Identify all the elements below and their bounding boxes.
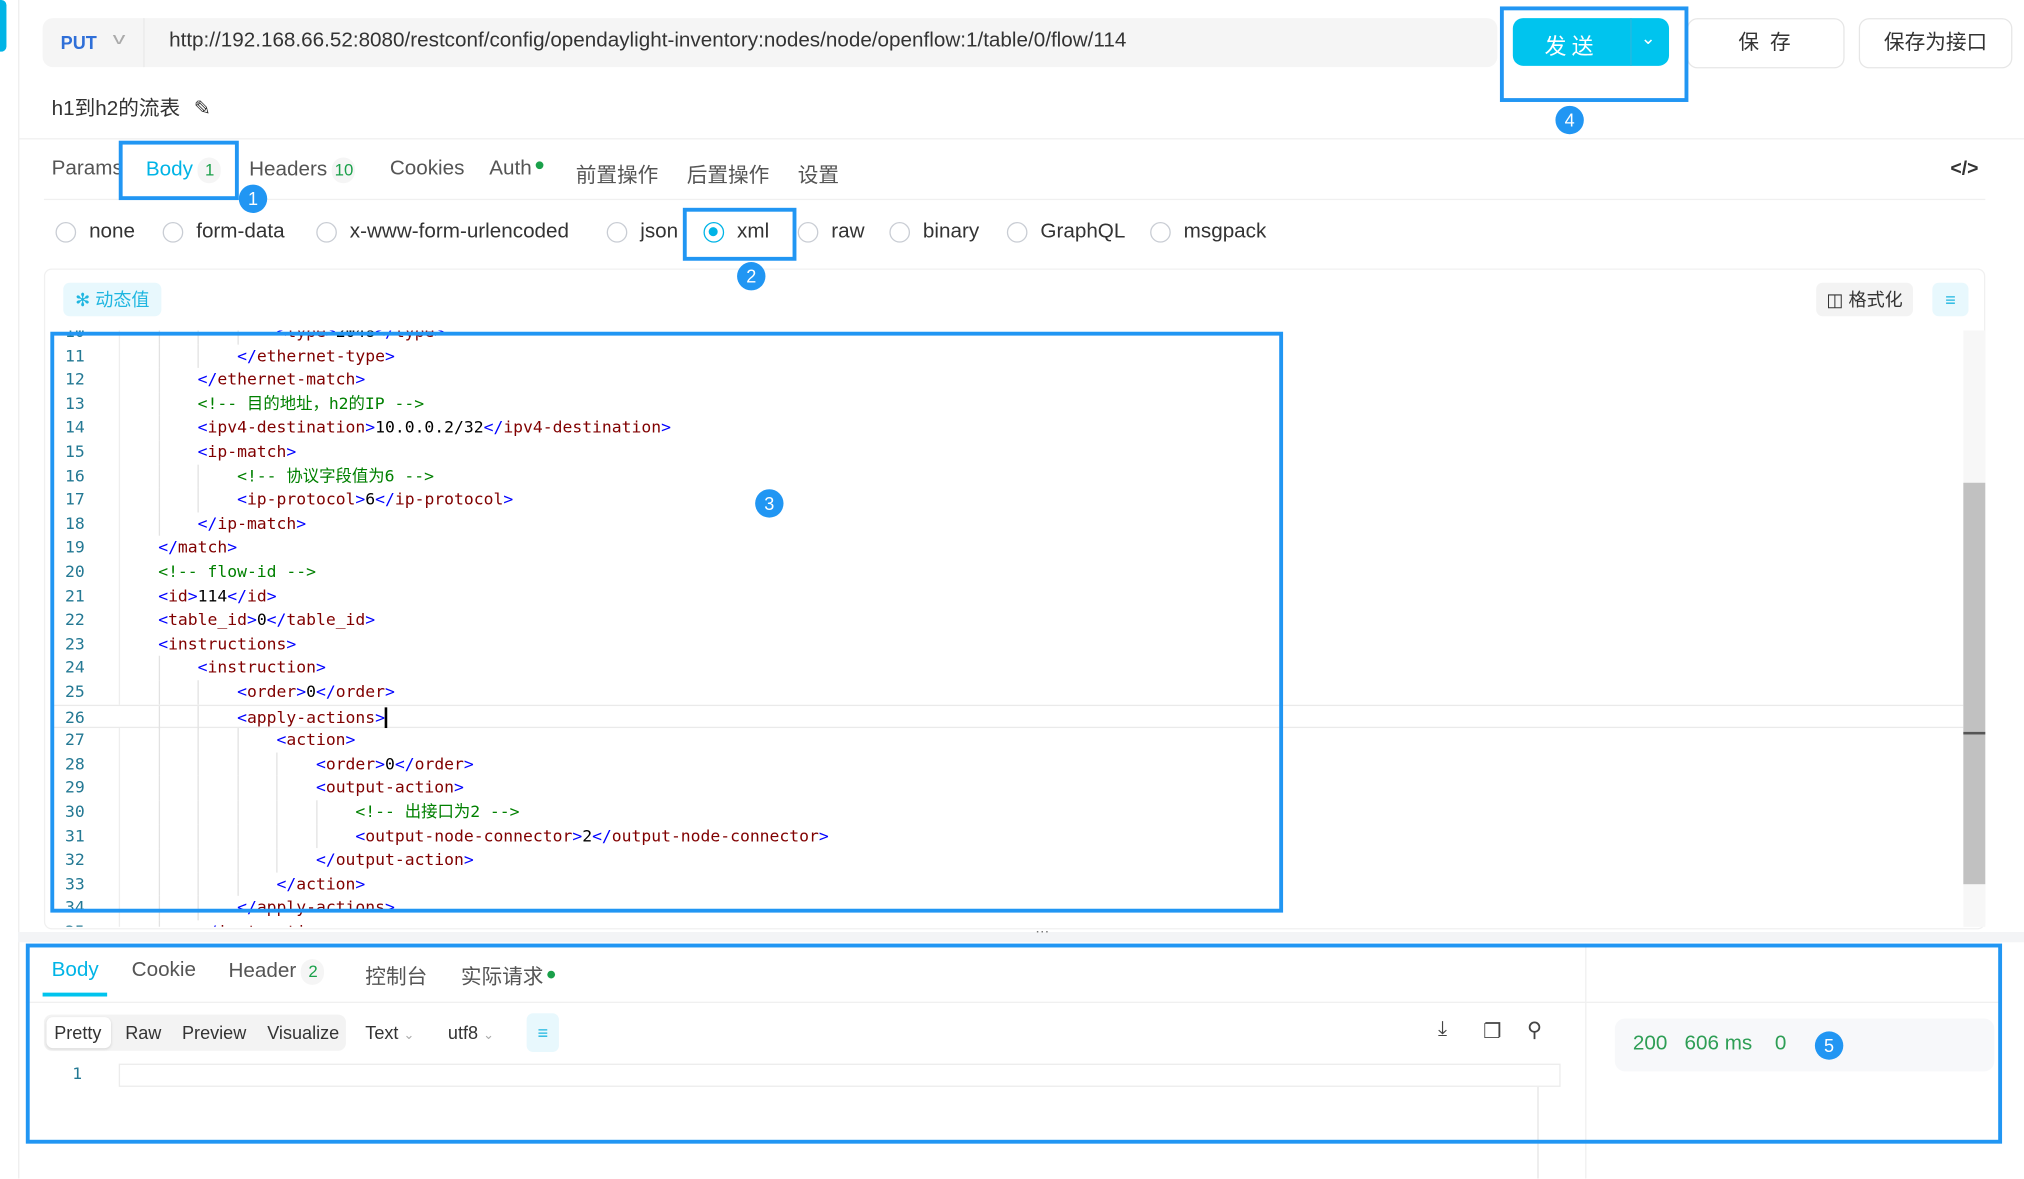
tab-auth[interactable]: Auth [489, 157, 544, 180]
divider [43, 198, 1986, 201]
text-content [119, 922, 198, 927]
annotation-box-1 [118, 140, 239, 201]
radio-label: none [89, 220, 136, 243]
line-number: 35 [52, 920, 98, 927]
tab-count-badge: 10 [332, 157, 356, 184]
save-as-api-button[interactable]: 保存为接口 [1858, 18, 2013, 69]
tab-post-processors[interactable]: 后置操作 [687, 157, 770, 188]
annotation-box-5 [25, 943, 2003, 1144]
annotation-box-2 [682, 207, 797, 261]
tag-name: instruction [217, 922, 325, 927]
editor-scrollbar[interactable] [1963, 330, 1986, 927]
save-button[interactable]: 保 存 [1687, 18, 1845, 69]
divider [18, 138, 2024, 140]
panel-resize-handle[interactable]: ⋯ [18, 924, 2024, 943]
body-type-radio-graphql[interactable]: GraphQL [1006, 220, 1126, 244]
annotation-badge-2: 2 [737, 262, 766, 291]
tag-bracket: > [326, 922, 336, 927]
magic-wand-icon: ✻ [75, 289, 91, 310]
body-type-radio-x-www-form-urlencoded[interactable]: x-www-form-urlencoded [316, 221, 569, 244]
dynamic-value-label: 动态值 [95, 289, 150, 310]
format-label: 格式化 [1848, 289, 1903, 310]
url-bar: PUT v http://192.168.66.52:8080/restconf… [42, 18, 1498, 68]
radio-label: binary [922, 220, 980, 243]
radio-circle[interactable] [162, 222, 184, 243]
tab-headers[interactable]: Headers 10 [249, 157, 356, 184]
body-type-radio-json[interactable]: json [606, 220, 679, 244]
tab-label: Auth [489, 157, 532, 180]
word-wrap-button[interactable]: ≡ [1932, 282, 1969, 317]
annotation-badge-1: 1 [238, 184, 268, 213]
divider [143, 18, 145, 68]
radio-circle[interactable] [889, 222, 911, 243]
tab-params[interactable]: Params [52, 157, 123, 180]
request-name-text: h1到h2的流表 [51, 98, 181, 121]
tab-settings[interactable]: 设置 [798, 157, 839, 188]
radio-circle[interactable] [55, 222, 77, 243]
body-type-radio-none[interactable]: none [55, 220, 136, 244]
tab-label: Headers [249, 158, 328, 181]
scrollbar-thumb[interactable] [1963, 482, 1986, 885]
tab-pre-processors[interactable]: 前置操作 [576, 157, 659, 188]
code-text: </instruction> [119, 920, 336, 927]
annotation-box-3 [50, 331, 1284, 913]
radio-circle[interactable] [1006, 222, 1028, 243]
grip-icon[interactable]: ⋯ [1035, 923, 1049, 939]
dynamic-value-button[interactable]: ✻ 动态值 [63, 282, 162, 317]
method-select[interactable]: PUT [61, 32, 97, 53]
body-type-radio-binary[interactable]: binary [889, 221, 979, 244]
tag-bracket: </ [198, 922, 218, 927]
body-type-radio-msgpack[interactable]: msgpack [1150, 221, 1266, 244]
code-snippet-icon[interactable]: </> [1950, 157, 1978, 179]
sidebar-active-indicator [0, 0, 7, 52]
annotation-badge-5: 5 [1814, 1031, 1844, 1060]
sidebar-edge [0, 0, 20, 1179]
format-icon: ◫ [1826, 289, 1844, 310]
radio-label: GraphQL [1040, 220, 1126, 243]
radio-label: json [640, 220, 679, 243]
annotation-badge-4: 4 [1555, 105, 1584, 135]
radio-circle[interactable] [797, 222, 819, 243]
annotation-box-4 [1499, 6, 1689, 102]
radio-label: msgpack [1183, 220, 1267, 243]
request-name: h1到h2的流表 ✎ [52, 90, 211, 121]
status-dot [535, 161, 544, 169]
radio-circle[interactable] [606, 222, 628, 243]
scrollbar-cursor-marker [1963, 731, 1986, 735]
radio-label: form-data [196, 220, 285, 243]
radio-label: x-www-form-urlencoded [349, 220, 570, 243]
radio-circle[interactable] [1150, 222, 1171, 243]
annotation-badge-3: 3 [755, 489, 784, 518]
format-button[interactable]: ◫ 格式化 [1816, 282, 1913, 317]
body-type-radio-form-data[interactable]: form-data [162, 220, 285, 244]
body-type-radio-raw[interactable]: raw [797, 220, 865, 244]
edit-icon[interactable]: ✎ [194, 98, 211, 120]
chevron-down-icon[interactable]: v [113, 28, 126, 47]
url-input[interactable]: http://192.168.66.52:8080/restconf/confi… [169, 30, 1126, 53]
radio-circle[interactable] [316, 222, 337, 243]
radio-label: raw [831, 220, 865, 243]
code-line: 35 </instruction> [52, 920, 1964, 927]
tab-cookies[interactable]: Cookies [390, 157, 465, 180]
